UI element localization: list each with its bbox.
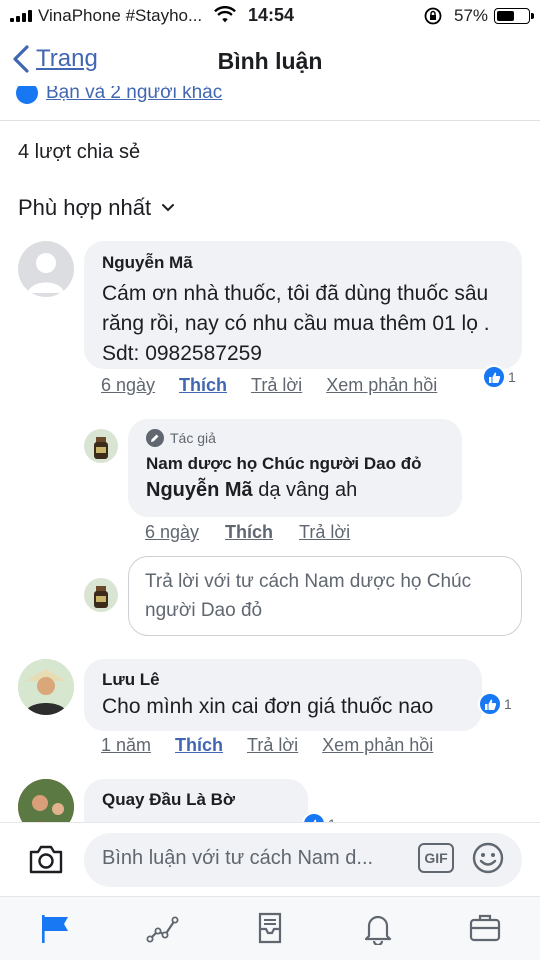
like-reaction-icon	[16, 86, 38, 104]
comment-time[interactable]: 6 ngày	[101, 375, 155, 396]
rotation-lock-icon	[424, 7, 442, 25]
mention-link[interactable]: Nguyễn Mã	[146, 479, 253, 501]
wifi-icon	[214, 6, 236, 23]
view-replies-link[interactable]: Xem phản hồi	[326, 375, 437, 396]
comment-author[interactable]: Nam dược họ Chúc người Dao đỏ	[146, 454, 444, 474]
comment-bubble[interactable]: Quay Đầu Là Bờ	[84, 779, 308, 822]
view-replies-link[interactable]: Xem phản hồi	[322, 735, 433, 756]
activity-icon[interactable]	[146, 911, 180, 945]
comment-time[interactable]: 1 năm	[101, 735, 151, 756]
avatar[interactable]	[18, 241, 74, 297]
divider	[0, 120, 540, 121]
share-count[interactable]: 4 lượt chia sẻ	[18, 141, 140, 164]
comment-bubble[interactable]: Lưu Lê Cho mình xin cai đơn giá thuốc na…	[84, 659, 482, 731]
bell-icon[interactable]	[361, 911, 395, 945]
reply-input[interactable]: Trả lời với tư cách Nam dược họ Chúc ngư…	[128, 556, 522, 636]
like-button[interactable]: Thích	[225, 522, 273, 543]
page-avatar[interactable]	[84, 429, 118, 463]
reaction-count: 1	[504, 696, 512, 712]
comment-bubble[interactable]: Nguyễn Mã Cám ơn nhà thuốc, tôi đã dùng …	[84, 241, 522, 369]
status-bar: VinaPhone #Stayho... 14:54 57%	[0, 0, 540, 32]
comment-input-placeholder: Bình luận với tư cách Nam d...	[102, 847, 374, 869]
reply-input-placeholder: Trả lời với tư cách Nam dược họ Chúc ngư…	[145, 571, 472, 621]
clock: 14:54	[248, 5, 295, 25]
flag-icon[interactable]	[38, 911, 72, 945]
pencil-icon	[146, 429, 164, 447]
comment-author[interactable]: Nguyễn Mã	[102, 253, 504, 273]
chevron-down-icon	[162, 204, 175, 212]
comment-composer: Bình luận với tư cách Nam d...	[0, 822, 540, 896]
gif-icon[interactable]: GIF	[418, 843, 454, 873]
nav-bar: Trang Bình luận	[0, 36, 540, 86]
default-avatar-icon	[28, 253, 64, 293]
page-title: Bình luận	[217, 48, 323, 74]
inbox-icon[interactable]	[253, 911, 287, 945]
reply-actions: 6 ngày Thích Trả lời	[145, 522, 350, 543]
camera-icon[interactable]	[28, 843, 64, 875]
like-button[interactable]: Thích	[179, 375, 227, 396]
carrier-name: VinaPhone #Stayho...	[38, 6, 203, 25]
like-reaction-icon	[302, 812, 326, 822]
reply-button[interactable]: Trả lời	[251, 375, 302, 396]
briefcase-icon[interactable]	[468, 911, 502, 945]
avatar[interactable]	[18, 779, 74, 822]
page-avatar	[84, 578, 118, 612]
comment-text: Cám ơn nhà thuốc, tôi đã dùng thuốc sâu …	[102, 282, 490, 365]
signal-icon	[10, 10, 32, 22]
comment-text-body: dạ vâng ah	[252, 479, 358, 501]
reactions-summary-text: Bạn và 2 người khác	[46, 86, 223, 103]
like-reaction-icon	[482, 365, 506, 389]
reply-bubble[interactable]: Tác giả Nam dược họ Chúc người Dao đỏ Ng…	[128, 419, 462, 517]
comment-reaction-count[interactable]: 1	[478, 692, 512, 716]
comment-time[interactable]: 6 ngày	[145, 522, 199, 543]
author-badge-label: Tác giả	[170, 430, 216, 446]
reply-button[interactable]: Trả lời	[247, 735, 298, 756]
like-button[interactable]: Thích	[175, 735, 223, 756]
avatar[interactable]	[18, 659, 74, 715]
comment-actions: 6 ngày Thích Trả lời Xem phản hồi	[101, 375, 437, 396]
user-photo	[18, 779, 74, 822]
medicine-bottle-icon	[94, 586, 108, 608]
battery-icon	[494, 8, 534, 24]
comment-reaction-count[interactable]: 1	[482, 365, 516, 389]
comment-reaction-count[interactable]: 1	[302, 812, 336, 822]
gif-label: GIF	[424, 850, 448, 866]
battery-percent: 57%	[454, 6, 489, 25]
comment-input[interactable]: Bình luận với tư cách Nam d...	[84, 833, 522, 887]
sort-label: Phù hợp nhất	[18, 195, 152, 220]
comment-actions: 1 năm Thích Trả lời Xem phản hồi	[101, 735, 433, 756]
like-reaction-icon	[478, 692, 502, 716]
reaction-count: 1	[508, 369, 516, 385]
reply-button[interactable]: Trả lời	[299, 522, 350, 543]
reactions-summary[interactable]: Bạn và 2 người khác	[16, 86, 222, 104]
comments-scroll-area[interactable]: Bạn và 2 người khác 4 lượt chia sẻ Phù h…	[0, 86, 540, 822]
emoji-icon[interactable]	[472, 842, 504, 874]
author-badge: Tác giả	[146, 429, 444, 447]
sort-dropdown[interactable]: Phù hợp nhất	[18, 195, 175, 221]
medicine-bottle-icon	[94, 437, 108, 459]
bottom-tab-bar	[0, 896, 540, 960]
comment-author[interactable]: Quay Đầu Là Bờ	[102, 790, 290, 810]
comment-author[interactable]: Lưu Lê	[102, 670, 464, 690]
user-photo	[18, 659, 74, 715]
comment-text: Cho mình xin cai đơn giá thuốc nao	[102, 695, 434, 718]
comment-text: Nguyễn Mã dạ vâng ah	[146, 479, 444, 502]
